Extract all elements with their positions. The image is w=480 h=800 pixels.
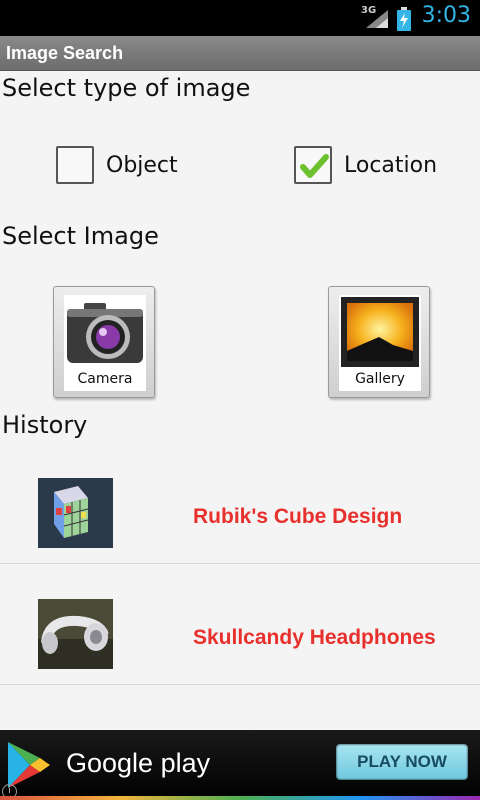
- gallery-tile-face: Gallery: [339, 295, 421, 391]
- rubiks-cube-thumbnail: [38, 478, 113, 548]
- checkmark-icon: [300, 154, 329, 178]
- app-title: Image Search: [6, 43, 124, 63]
- location-label[interactable]: Location: [344, 153, 437, 178]
- camera-button[interactable]: Camera: [53, 286, 155, 398]
- ad-banner[interactable]: Google play PLAY NOW i: [0, 730, 480, 800]
- gallery-button[interactable]: Gallery: [328, 286, 430, 398]
- type-heading: Select type of image: [2, 74, 251, 102]
- history-item-title[interactable]: Skullcandy Headphones: [193, 626, 436, 650]
- gallery-icon: [341, 297, 419, 367]
- ad-brand-text: Google play: [66, 748, 211, 778]
- location-checkbox[interactable]: [294, 146, 332, 184]
- headphones-thumbnail: [38, 599, 113, 669]
- battery-charging-icon: [397, 7, 411, 31]
- object-checkbox[interactable]: [56, 146, 94, 184]
- clock: 3:03: [421, 3, 471, 28]
- ad-color-stripe: [0, 796, 480, 800]
- camera-caption: Camera: [77, 371, 133, 387]
- signal-icon: [366, 10, 388, 28]
- history-item-title[interactable]: Rubik's Cube Design: [193, 505, 402, 529]
- camera-icon: [67, 303, 143, 363]
- google-play-logo-icon: [8, 742, 50, 788]
- history-item[interactable]: Rubik's Cube Design: [0, 443, 480, 564]
- gallery-caption: Gallery: [355, 371, 405, 387]
- play-now-button[interactable]: PLAY NOW: [336, 744, 468, 780]
- history-heading: History: [2, 411, 88, 439]
- status-bar: 3G 3:03: [0, 0, 480, 36]
- object-label[interactable]: Object: [106, 153, 178, 178]
- select-image-heading: Select Image: [2, 222, 159, 250]
- app-title-bar: Image Search: [0, 36, 480, 71]
- history-item[interactable]: Skullcandy Headphones: [0, 564, 480, 685]
- camera-tile-face: Camera: [64, 295, 146, 391]
